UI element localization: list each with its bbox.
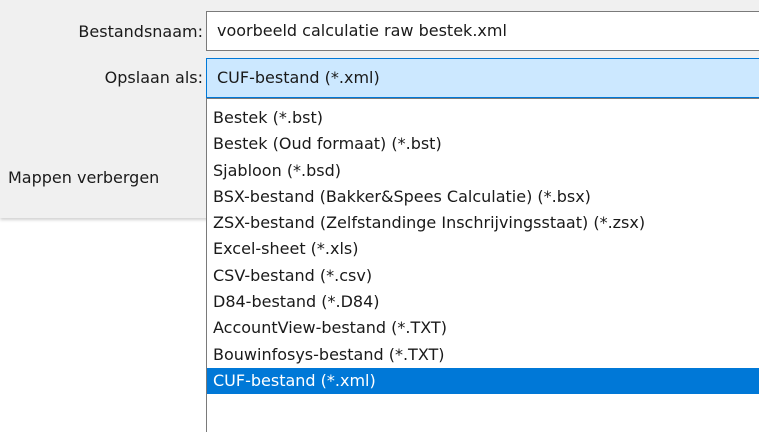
file-type-dropdown-list: Bestek (*.bst) Bestek (Oud formaat) (*.b…	[206, 98, 759, 432]
option-cuf-bestand[interactable]: CUF-bestand (*.xml)	[207, 367, 759, 395]
option-bestek-oud-formaat[interactable]: Bestek (Oud formaat) (*.bst)	[207, 131, 759, 157]
save-as-type-select[interactable]: CUF-bestand (*.xml)	[206, 58, 759, 98]
option-zsx-bestand[interactable]: ZSX-bestand (Zelfstandinge Inschrijvings…	[207, 210, 759, 236]
hide-folders-toggle[interactable]: Mappen verbergen	[8, 168, 159, 188]
filename-label: Bestandsnaam:	[78, 22, 203, 41]
option-bsx-bestand[interactable]: BSX-bestand (Bakker&Spees Calculatie) (*…	[207, 184, 759, 210]
option-d84-bestand[interactable]: D84-bestand (*.D84)	[207, 289, 759, 315]
save-dialog: Bestandsnaam: voorbeeld calculatie raw b…	[0, 0, 759, 432]
save-as-label: Opslaan als:	[104, 68, 203, 87]
option-bestek-bst[interactable]: Bestek (*.bst)	[207, 105, 759, 131]
option-bouwinfosys-bestand[interactable]: Bouwinfosys-bestand (*.TXT)	[207, 342, 759, 368]
option-csv-bestand[interactable]: CSV-bestand (*.csv)	[207, 263, 759, 289]
option-excel-sheet[interactable]: Excel-sheet (*.xls)	[207, 236, 759, 262]
filename-input[interactable]: voorbeeld calculatie raw bestek.xml	[206, 11, 759, 51]
option-accountview-bestand[interactable]: AccountView-bestand (*.TXT)	[207, 315, 759, 341]
option-sjabloon-bsd[interactable]: Sjabloon (*.bsd)	[207, 158, 759, 184]
